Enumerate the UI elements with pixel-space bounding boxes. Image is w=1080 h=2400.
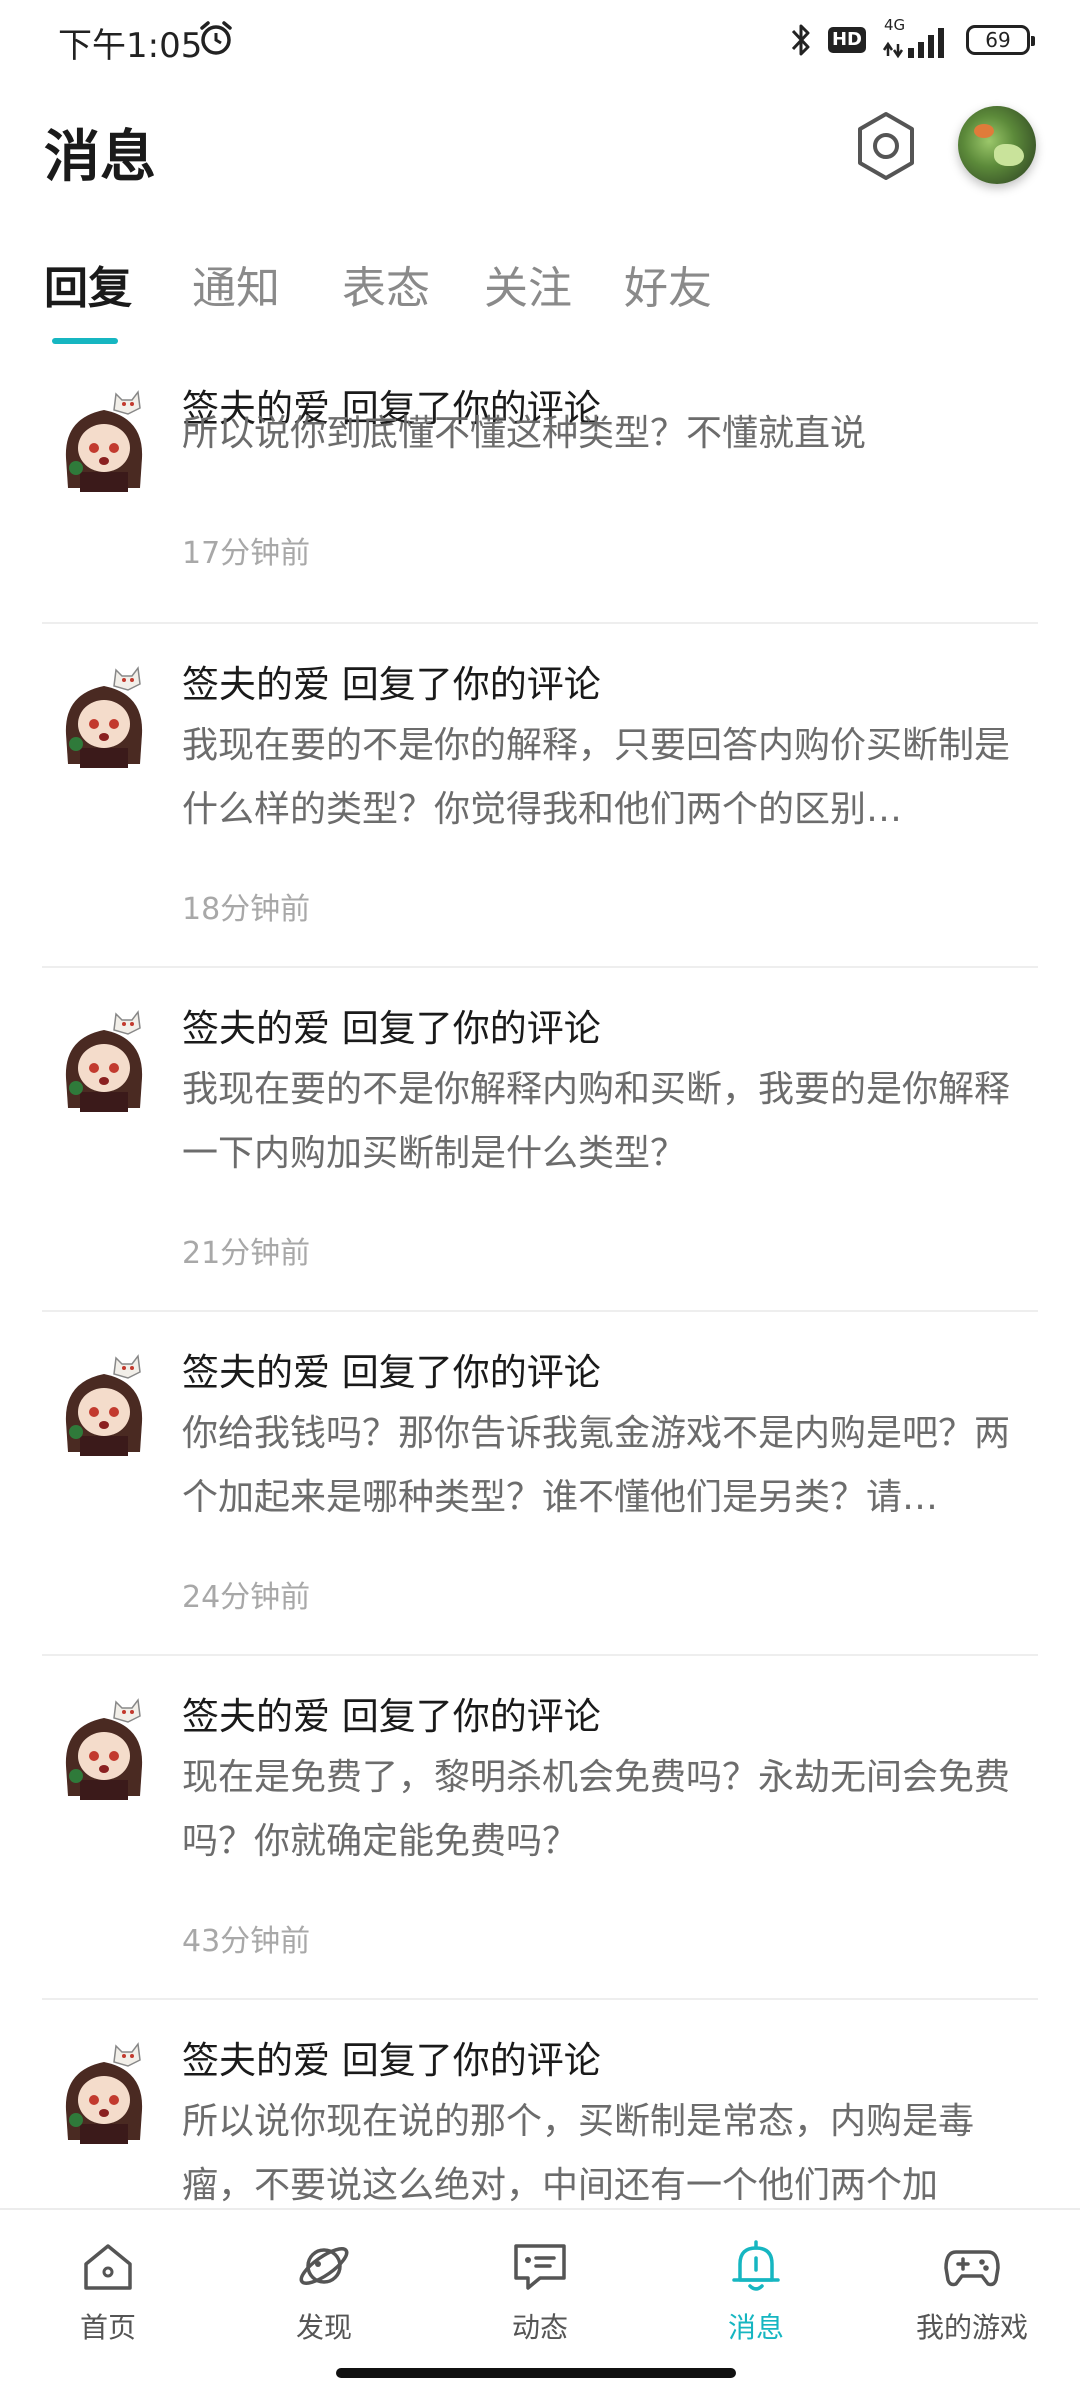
- tab-replies[interactable]: 回复: [44, 252, 132, 316]
- reply-time: 17分钟前: [182, 536, 311, 571]
- reply-body: 所以说你现在说的那个，买断制是常态，内购是毒瘤，不要说这么绝对，中间还有一个他们…: [182, 2101, 975, 2206]
- bell-icon: [732, 2240, 780, 2291]
- tab-friends[interactable]: 好友: [624, 252, 712, 316]
- bottom-nav: 首页 发现 动态 消息 我的游戏: [0, 2208, 1080, 2360]
- list-item[interactable]: 签夫的爱 回复了你的评论 我现在要的不是你的解释，只要回答内购价买断制是什么样的…: [0, 624, 1080, 968]
- cell-signal-icon: 4G: [880, 16, 952, 60]
- nav-messages[interactable]: 消息: [648, 2210, 864, 2360]
- home-indicator[interactable]: [336, 2368, 736, 2378]
- list-item[interactable]: 签夫的爱 回复了你的评论 现在是免费了，黎明杀机会免费吗？永劫无间会免费吗？你就…: [0, 1656, 1080, 2000]
- reply-time: 43分钟前: [182, 1924, 311, 1959]
- reply-body: 你给我钱吗？那你告诉我氪金游戏不是内购是吧？两个加起来是哪种类型？谁不懂他们是另…: [182, 1413, 1011, 1518]
- commenter-avatar[interactable]: [54, 1696, 154, 1806]
- nav-feed-label: 动态: [511, 2311, 568, 2344]
- nav-discover-label: 发现: [295, 2311, 352, 2344]
- reply-time: 21分钟前: [182, 1236, 311, 1271]
- list-item[interactable]: 签夫的爱 回复了你的评论 所以说你到底懂不懂这种类型？不懂就直说 17分钟前: [0, 378, 1080, 624]
- discover-planet-icon: [299, 2247, 349, 2285]
- user-avatar[interactable]: [958, 106, 1036, 184]
- tab-notifications[interactable]: 通知: [192, 252, 280, 316]
- nav-home[interactable]: 首页: [0, 2210, 216, 2360]
- gamepad-icon: [944, 2250, 1000, 2287]
- home-icon: [84, 2244, 132, 2290]
- nav-my-games-label: 我的游戏: [915, 2311, 1028, 2344]
- nav-home-label: 首页: [79, 2311, 136, 2344]
- tab-following[interactable]: 关注: [484, 252, 572, 316]
- hd-badge: HD: [827, 27, 866, 53]
- nav-feed[interactable]: 动态: [432, 2210, 648, 2360]
- nav-discover[interactable]: 发现: [216, 2210, 432, 2360]
- commenter-avatar[interactable]: [54, 388, 154, 498]
- reply-time: 18分钟前: [182, 892, 311, 927]
- status-time: 下午1:05: [58, 26, 203, 66]
- commenter-avatar[interactable]: [54, 664, 154, 774]
- reply-title: 签夫的爱 回复了你的评论: [182, 1351, 601, 1394]
- battery-level: 69: [985, 28, 1011, 52]
- message-tabs: 回复 通知 表态 关注 好友: [0, 252, 1080, 352]
- battery-icon: 69: [966, 25, 1035, 55]
- reply-body: 我现在要的不是你解释内购和买断，我要的是你解释一下内购加买断制是什么类型？: [182, 1069, 1011, 1174]
- reply-title: 签夫的爱 回复了你的评论: [182, 2039, 601, 2082]
- commenter-avatar[interactable]: [54, 1352, 154, 1462]
- reply-title: 签夫的爱 回复了你的评论: [182, 663, 601, 706]
- page-title: 消息: [44, 125, 156, 190]
- status-bar: 下午1:05 HD 4G 69: [0, 0, 1080, 82]
- status-icons: HD 4G 69: [788, 16, 1035, 64]
- reply-list: 签夫的爱 回复了你的评论 所以说你到底懂不懂这种类型？不懂就直说 17分钟前 签…: [0, 378, 1080, 2208]
- settings-icon[interactable]: [852, 108, 920, 184]
- list-item[interactable]: 签夫的爱 回复了你的评论 你给我钱吗？那你告诉我氪金游戏不是内购是吧？两个加起来…: [0, 1312, 1080, 1656]
- nav-my-games[interactable]: 我的游戏: [864, 2210, 1080, 2360]
- feed-chat-icon: [514, 2244, 566, 2290]
- commenter-avatar[interactable]: [54, 1008, 154, 1118]
- alarm-clock-icon: [200, 21, 232, 55]
- list-item[interactable]: 签夫的爱 回复了你的评论 我现在要的不是你解释内购和买断，我要的是你解释一下内购…: [0, 968, 1080, 1312]
- tab-reactions[interactable]: 表态: [342, 252, 430, 316]
- reply-time: 24分钟前: [182, 1580, 311, 1615]
- bluetooth-icon: [791, 24, 810, 56]
- commenter-avatar[interactable]: [54, 2040, 154, 2150]
- list-item[interactable]: 签夫的爱 回复了你的评论 所以说你现在说的那个，买断制是常态，内购是毒瘤，不要说…: [0, 2000, 1080, 2208]
- active-tab-indicator: [52, 338, 118, 344]
- reply-body: 我现在要的不是你的解释，只要回答内购价买断制是什么样的类型？你觉得我和他们两个的…: [182, 725, 1011, 830]
- network-type: 4G: [884, 16, 906, 34]
- reply-body: 现在是免费了，黎明杀机会免费吗？永劫无间会免费吗？你就确定能免费吗？: [182, 1757, 1011, 1862]
- reply-body: 所以说你到底懂不懂这种类型？不懂就直说: [182, 413, 867, 454]
- reply-title: 签夫的爱 回复了你的评论: [182, 1695, 601, 1738]
- reply-title: 签夫的爱 回复了你的评论: [182, 1007, 601, 1050]
- nav-messages-label: 消息: [727, 2311, 784, 2344]
